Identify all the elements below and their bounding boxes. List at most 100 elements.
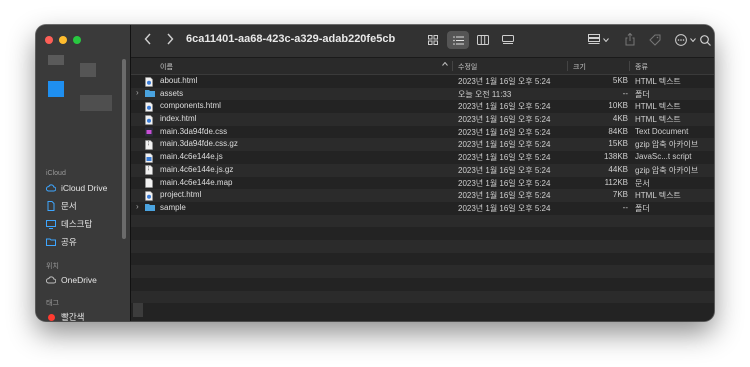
list-view-button[interactable] (447, 31, 469, 49)
document-icon (46, 201, 56, 211)
share-icon (625, 32, 635, 46)
file-size: 15KB (608, 139, 628, 149)
file-row[interactable]: components.html 2023년 1월 16일 오후 5:24 10KB H… (131, 100, 714, 113)
file-kind: HTML 텍스트 (635, 115, 681, 125)
file-name: assets (160, 88, 184, 98)
file-row[interactable]: main.3da94fde.css 2023년 1월 16일 오후 5:24 84K… (131, 126, 714, 139)
html-file-icon (145, 102, 153, 112)
file-row[interactable]: › sample 2023년 1월 16일 오후 5:24 -- 폴더 (131, 202, 714, 215)
archive-file-icon (145, 140, 153, 150)
empty-row (131, 265, 714, 278)
search-icon (700, 35, 711, 46)
sidebar-item-label: 빨간색 (61, 312, 85, 321)
forward-button[interactable] (166, 33, 174, 49)
cloud-icon (46, 183, 56, 193)
html-file-icon (145, 114, 153, 125)
ellipsis-circle-icon (675, 34, 687, 46)
search-button[interactable] (700, 34, 711, 50)
sort-chevron-up-icon (442, 61, 448, 68)
file-size: 7KB (612, 190, 628, 200)
window-title: 6ca11401-aa68-423c-a329-adab220fe5cb (186, 33, 396, 45)
sidebar-item-label: 공유 (61, 237, 77, 247)
horizontal-scrollbar[interactable] (133, 303, 143, 317)
sidebar-item-icloud-drive[interactable]: iCloud Drive (46, 183, 107, 193)
file-date: 2023년 1월 16일 오후 5:24 (458, 140, 551, 150)
file-name: main.3da94fde.css.gz (160, 139, 238, 149)
file-row[interactable]: index.html 2023년 1월 16일 오후 5:24 4KB HTML 텍스… (131, 113, 714, 126)
file-kind: 폴더 (635, 89, 650, 99)
file-name: sample (160, 202, 186, 212)
gallery-view-button[interactable] (497, 31, 519, 49)
empty-row (131, 227, 714, 240)
column-size-header[interactable]: 크기 (573, 62, 586, 72)
file-size: 10KB (608, 101, 628, 111)
file-kind: HTML 텍스트 (635, 102, 681, 112)
back-button[interactable] (144, 33, 152, 49)
column-modified-header[interactable]: 수정일 (458, 62, 477, 72)
sidebar-section-icloud: iCloud (46, 170, 66, 177)
sidebar-item-desktop[interactable]: 데스크탑 (46, 218, 92, 230)
file-date: 오늘 오전 11:33 (458, 89, 512, 99)
close-button[interactable] (45, 36, 53, 44)
chevron-down-icon (690, 38, 696, 42)
action-menu-button[interactable] (675, 34, 696, 46)
desktop-icon (46, 219, 56, 229)
column-divider[interactable] (629, 61, 630, 71)
sidebar-section-tags: 태그 (46, 300, 59, 307)
cloud-icon (46, 275, 56, 285)
chevron-right-icon (167, 33, 174, 45)
file-row[interactable]: main.4c6e144e.js 2023년 1월 16일 오후 5:24 138K… (131, 151, 714, 164)
window-controls (45, 36, 81, 44)
column-divider[interactable] (567, 61, 568, 71)
document-file-icon (145, 178, 153, 188)
columns-icon (477, 35, 489, 45)
column-header: 이름 수정일 크기 종류 (131, 58, 714, 75)
css-file-icon (145, 127, 153, 137)
minimize-button[interactable] (59, 36, 67, 44)
file-date: 2023년 1월 16일 오후 5:24 (458, 153, 551, 163)
column-name-header[interactable]: 이름 (160, 62, 173, 72)
file-size: 84KB (608, 126, 628, 136)
list-icon (452, 35, 464, 45)
file-row[interactable]: project.html 2023년 1월 16일 오후 5:24 7KB HTML … (131, 189, 714, 202)
file-name: main.4c6e144e.map (160, 177, 233, 187)
folder-icon (145, 89, 155, 99)
grid-icon (428, 35, 438, 45)
main-pane: 6ca11401-aa68-423c-a329-adab220fe5cb 이름 … (131, 25, 714, 321)
archive-file-icon (145, 165, 153, 176)
file-row[interactable]: › assets 오늘 오전 11:33 -- 폴더 (131, 87, 714, 101)
share-button[interactable] (625, 32, 635, 50)
icon-view-button[interactable] (422, 31, 444, 49)
sidebar-scrollbar[interactable] (122, 59, 126, 239)
file-row[interactable]: main.4c6e144e.map 2023년 1월 16일 오후 5:24 112… (131, 177, 714, 190)
disclosure-chevron-icon[interactable]: › (136, 202, 139, 211)
column-view-button[interactable] (472, 31, 494, 49)
column-kind-header[interactable]: 종류 (635, 62, 648, 72)
sidebar-item-tag-red[interactable]: 빨간색 (46, 311, 84, 321)
blurred-favorites (48, 55, 118, 125)
file-kind: JavaSc...t script (635, 152, 692, 162)
file-list: about.html 2023년 1월 16일 오후 5:24 5KB HTML 텍스… (131, 75, 714, 304)
zoom-button[interactable] (73, 36, 81, 44)
sidebar-item-onedrive[interactable]: OneDrive (46, 275, 97, 285)
file-name: main.4c6e144e.js.gz (160, 164, 234, 174)
sidebar-item-shared[interactable]: 공유 (46, 236, 77, 248)
gallery-icon (502, 35, 514, 44)
file-date: 2023년 1월 16일 오후 5:24 (458, 102, 551, 112)
column-divider[interactable] (452, 61, 453, 71)
empty-row (131, 214, 714, 228)
disclosure-chevron-icon[interactable]: › (136, 88, 139, 97)
tag-dot-icon (46, 312, 56, 321)
tag-button[interactable] (649, 34, 661, 50)
group-icon (588, 34, 600, 44)
sidebar-item-documents[interactable]: 문서 (46, 200, 77, 212)
file-date: 2023년 1월 16일 오후 5:24 (458, 77, 551, 86)
file-kind: HTML 텍스트 (635, 191, 681, 201)
group-button[interactable] (588, 34, 609, 45)
sidebar-section-locations: 위치 (46, 263, 59, 270)
file-kind: gzip 압축 아카이브 (635, 140, 699, 150)
file-row[interactable]: main.3da94fde.css.gz 2023년 1월 16일 오후 5:24… (131, 138, 714, 152)
file-row[interactable]: main.4c6e144e.js.gz 2023년 1월 16일 오후 5:24 4… (131, 163, 714, 177)
file-row[interactable]: about.html 2023년 1월 16일 오후 5:24 5KB HTML 텍스… (131, 75, 714, 88)
file-size: 4KB (612, 114, 628, 124)
